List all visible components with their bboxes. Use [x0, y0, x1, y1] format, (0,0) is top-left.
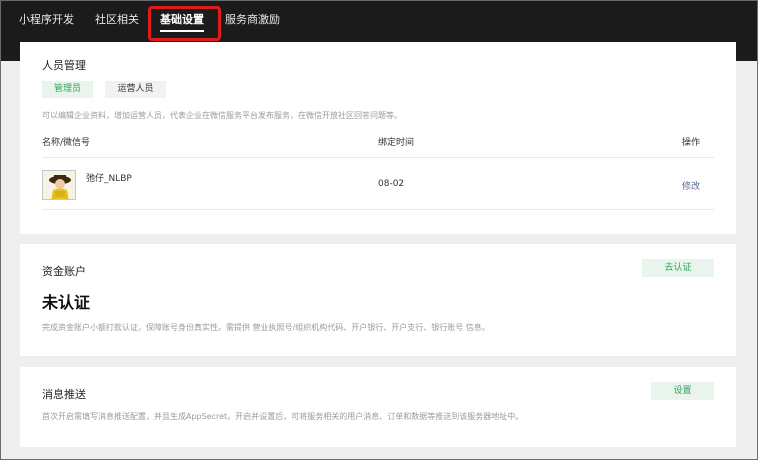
personnel-description: 可以编辑企业资料，增加运营人员，代表企业在微信服务平台发布服务，在微信开放社区回…	[42, 111, 402, 120]
member-bind-time: 08-02	[378, 179, 405, 189]
role-admin-tab[interactable]: 管理员	[42, 81, 93, 98]
tab-provider-incentives[interactable]: 服务商激励	[225, 11, 280, 29]
table-row-divider	[42, 209, 714, 210]
avatar-figure-icon	[43, 171, 75, 199]
role-operator-tab[interactable]: 运营人员	[105, 81, 166, 98]
push-settings-button[interactable]: 设置	[651, 382, 714, 400]
app-window: 小程序开发 社区相关 基础设置 服务商激励 人员管理 管理员 运营人员 可以编辑…	[0, 0, 758, 460]
personnel-card: 人员管理 管理员 运营人员 可以编辑企业资料，增加运营人员，代表企业在微信服务平…	[20, 42, 736, 234]
message-push-card: 消息推送 设置 首次开启需填写消息推送配置，并且生成AppSecret。开启并设…	[20, 367, 736, 447]
avatar	[42, 170, 76, 200]
table-header-divider	[42, 157, 714, 158]
funds-account-card: 资金账户 去认证 未认证 完成资金账户小额打款认证，保障账号身份真实性。需提供 …	[20, 244, 736, 356]
highlight-annotation-box	[148, 6, 221, 41]
verify-button[interactable]: 去认证	[642, 259, 714, 277]
column-header-name: 名称/微信号	[42, 138, 91, 148]
verification-status: 未认证	[42, 293, 91, 312]
column-header-bind-time: 绑定时间	[378, 138, 415, 148]
column-header-action: 操作	[682, 138, 701, 148]
funds-description: 完成资金账户小额打款认证，保障账号身份真实性。需提供 营业执照号/组织机构代码、…	[42, 323, 490, 332]
member-name: 弛仔_NLBP	[86, 174, 132, 184]
tab-community[interactable]: 社区相关	[95, 11, 139, 29]
personnel-title: 人员管理	[42, 59, 86, 72]
push-description: 首次开启需填写消息推送配置，并且生成AppSecret。开启并设置后，可将服务相…	[42, 412, 524, 421]
edit-member-link[interactable]: 修改	[682, 179, 700, 192]
push-title: 消息推送	[42, 388, 86, 401]
funds-title: 资金账户	[42, 265, 86, 278]
tab-miniprogram-dev[interactable]: 小程序开发	[19, 11, 74, 29]
